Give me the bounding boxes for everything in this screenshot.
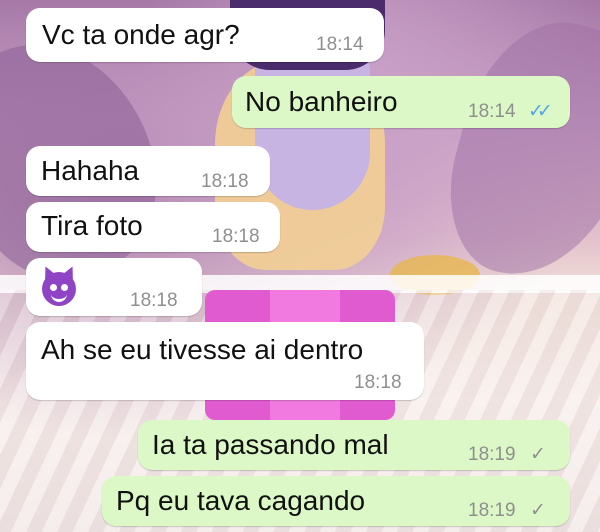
message-text: Tira foto <box>41 210 143 241</box>
message-text: Vc ta onde agr? <box>42 19 240 50</box>
message-text: No banheiro <box>245 86 398 117</box>
message-text: Ia ta passando mal <box>152 429 389 460</box>
message-time: 18:18 <box>354 372 402 393</box>
message-text: Pq eu tava cagando <box>116 485 366 516</box>
double-check-icon: ✓✓ <box>528 101 553 122</box>
message-time: 18:19 <box>468 444 516 465</box>
message-time: 18:18 <box>201 171 249 192</box>
message-bubble-incoming[interactable]: Vc ta onde agr? 18:14 <box>26 8 384 62</box>
message-bubble-incoming[interactable]: Ah se eu tivesse ai dentro 18:18 <box>26 322 424 400</box>
single-check-icon: ✓ <box>530 444 546 465</box>
smiling-devil-emoji-icon <box>40 264 78 306</box>
message-bubble-incoming[interactable]: 18:18 <box>26 258 202 316</box>
message-text: Ah se eu tivesse ai dentro <box>41 334 364 365</box>
message-bubble-incoming[interactable]: Tira foto 18:18 <box>26 202 280 252</box>
message-time: 18:18 <box>130 290 178 311</box>
message-time: 18:14 <box>316 34 364 55</box>
message-time: 18:14 <box>468 101 516 122</box>
single-check-icon: ✓ <box>530 500 546 521</box>
message-bubble-outgoing[interactable]: Ia ta passando mal 18:19 ✓ <box>138 420 570 470</box>
message-time: 18:19 <box>468 500 516 521</box>
message-bubble-outgoing[interactable]: No banheiro 18:14 ✓✓ <box>232 76 570 128</box>
message-bubble-outgoing[interactable]: Pq eu tava cagando 18:19 ✓ <box>102 476 570 526</box>
message-bubble-incoming[interactable]: Hahaha 18:18 <box>26 146 270 196</box>
message-text: Hahaha <box>41 155 140 186</box>
message-time: 18:18 <box>212 226 260 247</box>
